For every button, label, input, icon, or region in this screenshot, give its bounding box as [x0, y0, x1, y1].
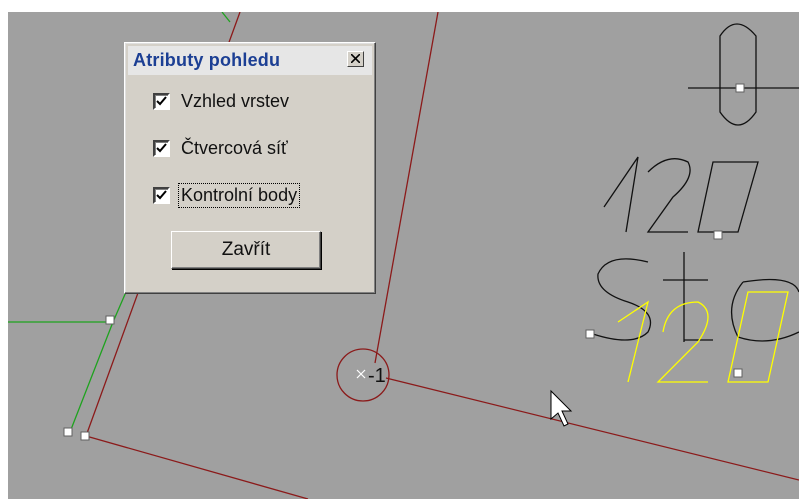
grid-checkbox[interactable]	[153, 139, 170, 157]
green-line-top	[221, 12, 231, 23]
checkbox-row-layers[interactable]: Vzhled vrstev	[153, 88, 291, 114]
point-label: -1	[368, 365, 386, 387]
control-points-checkbox[interactable]	[153, 186, 170, 204]
checkbox-row-control-points[interactable]: Kontrolní body	[153, 182, 301, 208]
red-line-diagonal	[385, 377, 799, 481]
control-point	[735, 83, 745, 93]
view-attributes-dialog: Atributy pohledu Vzhled vrstev Čtvercová…	[124, 42, 376, 294]
layers-checkbox-label: Vzhled vrstev	[181, 90, 290, 111]
control-points-checkbox-label: Kontrolní body	[177, 182, 301, 208]
black-cad-text	[592, 23, 799, 342]
control-point	[105, 315, 115, 325]
check-icon	[156, 95, 167, 105]
control-point	[80, 431, 90, 441]
yellow-cad-text	[617, 291, 789, 383]
red-line-vertical	[374, 12, 439, 364]
layers-checkbox[interactable]	[153, 92, 170, 110]
control-point	[585, 329, 595, 339]
close-x-icon	[351, 54, 360, 63]
control-point	[713, 230, 723, 240]
dialog-title: Atributy pohledu	[133, 50, 281, 70]
dialog-close-button[interactable]	[347, 51, 364, 67]
check-icon	[156, 189, 167, 199]
green-line-diagonal	[69, 321, 114, 433]
grid-checkbox-label: Čtvercová síť	[181, 137, 288, 158]
checkbox-row-grid[interactable]: Čtvercová síť	[153, 135, 290, 161]
close-button[interactable]: Zavřít	[171, 231, 321, 269]
green-line-upper	[112, 291, 127, 323]
red-line-bottom	[85, 435, 309, 499]
dialog-titlebar[interactable]: Atributy pohledu	[128, 46, 372, 75]
check-icon	[156, 142, 167, 152]
control-point	[63, 427, 73, 437]
control-point	[733, 368, 743, 378]
point-x-marker	[356, 369, 366, 379]
